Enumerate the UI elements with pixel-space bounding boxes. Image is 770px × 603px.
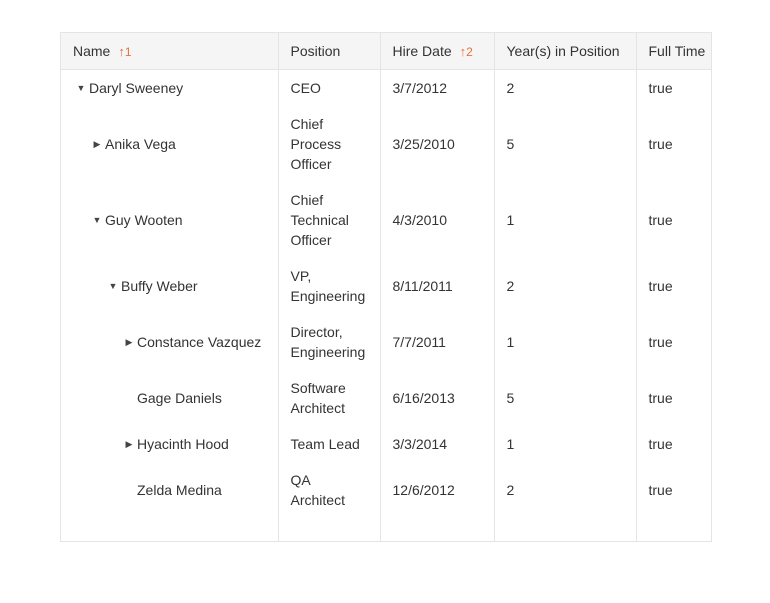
column-header-label: Position <box>290 43 341 59</box>
position-cell: QA Architect <box>278 462 381 518</box>
employee-name: Daryl Sweeney <box>89 80 184 96</box>
years-in-position-cell: 2 <box>494 462 637 518</box>
years-in-position-cell: 2 <box>494 69 637 106</box>
hire-date-cell <box>380 518 495 541</box>
full-time-cell: true <box>636 426 711 462</box>
column-header-name[interactable]: Name ↑1 <box>61 33 279 70</box>
position-cell: Software Architect <box>278 370 381 426</box>
table-row[interactable]: Zelda Medina QA Architect 12/6/2012 2 tr… <box>61 462 711 518</box>
years-in-position-cell: 2 <box>494 258 637 314</box>
hire-date-cell: 4/3/2010 <box>380 182 495 258</box>
table-row[interactable]: ▼ Guy Wooten Chief Technical Officer 4/3/… <box>61 182 711 258</box>
full-time-cell: true <box>636 258 711 314</box>
treelist-table: Name ↑1 Position Hire Date ↑2 Year(s) in P… <box>61 33 711 541</box>
table-row[interactable]: ▶ Hyacinth Hood Team Lead 3/3/2014 1 true <box>61 426 711 462</box>
column-header-label: Full Time <box>648 43 706 59</box>
collapse-triangle-icon[interactable]: ▼ <box>89 210 105 230</box>
collapse-triangle-icon[interactable]: ▼ <box>105 276 121 296</box>
collapse-triangle-icon[interactable]: ▼ <box>73 78 89 98</box>
column-header-position[interactable]: Position <box>278 33 381 70</box>
position-cell: VP, Engineering <box>278 258 381 314</box>
employee-name: Buffy Weber <box>121 278 198 294</box>
employee-name: Zelda Medina <box>137 482 222 498</box>
expand-triangle-icon[interactable]: ▶ <box>89 134 105 154</box>
expand-triangle-icon[interactable]: ▶ <box>121 332 137 352</box>
sort-order-number: 1 <box>124 44 132 59</box>
header-row: Name ↑1 Position Hire Date ↑2 Year(s) in P… <box>61 33 711 70</box>
name-cell: ▼ Guy Wooten <box>61 182 279 258</box>
full-time-cell: true <box>636 462 711 518</box>
table-row[interactable]: ▼ Buffy Weber VP, Engineering 8/11/2011 2… <box>61 258 711 314</box>
employee-name: Guy Wooten <box>105 212 183 228</box>
name-cell <box>61 518 279 541</box>
hire-date-cell: 12/6/2012 <box>380 462 495 518</box>
position-cell: CEO <box>278 69 381 106</box>
employee-name: Hyacinth Hood <box>137 436 229 452</box>
treelist-grid: Name ↑1 Position Hire Date ↑2 Year(s) in P… <box>60 32 712 542</box>
name-cell: ▶ Hyacinth Hood <box>61 426 279 462</box>
position-cell: Chief Technical Officer <box>278 182 381 258</box>
employee-name: Anika Vega <box>105 136 176 152</box>
position-cell: VP, <box>278 518 381 541</box>
column-header-label: Hire Date <box>392 42 452 59</box>
table-row[interactable]: ▼ Daryl Sweeney CEO 3/7/2012 2 true <box>61 69 711 106</box>
sort-indicator: ↑2 <box>460 44 473 59</box>
full-time-cell: true <box>636 69 711 106</box>
table-row[interactable]: ▶ Anika Vega Chief Process Officer 3/25/2… <box>61 106 711 182</box>
years-in-position-cell: 1 <box>494 182 637 258</box>
years-in-position-cell: 1 <box>494 426 637 462</box>
table-row[interactable]: Gage Daniels Software Architect 6/16/201… <box>61 370 711 426</box>
position-cell: Chief Process Officer <box>278 106 381 182</box>
full-time-cell: true <box>636 106 711 182</box>
column-header-label: Name <box>73 42 111 59</box>
hire-date-cell: 6/16/2013 <box>380 370 495 426</box>
name-cell: ▼ Buffy Weber <box>61 258 279 314</box>
hire-date-cell: 8/11/2011 <box>380 258 495 314</box>
years-in-position-cell <box>494 518 637 541</box>
hire-date-cell: 3/25/2010 <box>380 106 495 182</box>
column-header-years-in-position[interactable]: Year(s) in Position <box>494 33 637 70</box>
full-time-cell: true <box>636 314 711 370</box>
expand-triangle-icon[interactable]: ▶ <box>121 434 137 454</box>
hire-date-cell: 3/7/2012 <box>380 69 495 106</box>
years-in-position-cell: 5 <box>494 106 637 182</box>
table-row[interactable]: ▶ Constance Vazquez Director, Engineering… <box>61 314 711 370</box>
full-time-cell <box>636 518 711 541</box>
full-time-cell: true <box>636 182 711 258</box>
column-header-label: Year(s) in Position <box>506 43 620 59</box>
position-cell: Director, Engineering <box>278 314 381 370</box>
table-row[interactable]: VP, <box>61 518 711 541</box>
sort-indicator: ↑1 <box>118 44 132 59</box>
years-in-position-cell: 1 <box>494 314 637 370</box>
employee-name: Constance Vazquez <box>137 334 262 350</box>
name-cell: Zelda Medina <box>61 462 279 518</box>
years-in-position-cell: 5 <box>494 370 637 426</box>
name-cell: Gage Daniels <box>61 370 279 426</box>
name-cell: ▼ Daryl Sweeney <box>61 69 279 106</box>
hire-date-cell: 7/7/2011 <box>380 314 495 370</box>
name-cell: ▶ Anika Vega <box>61 106 279 182</box>
hire-date-cell: 3/3/2014 <box>380 426 495 462</box>
position-cell: Team Lead <box>278 426 381 462</box>
name-cell: ▶ Constance Vazquez <box>61 314 279 370</box>
full-time-cell: true <box>636 370 711 426</box>
sort-order-number: 2 <box>466 44 473 59</box>
employee-name: Gage Daniels <box>137 390 222 406</box>
column-header-hire-date[interactable]: Hire Date ↑2 <box>380 33 495 70</box>
column-header-full-time[interactable]: Full Time <box>636 33 711 70</box>
